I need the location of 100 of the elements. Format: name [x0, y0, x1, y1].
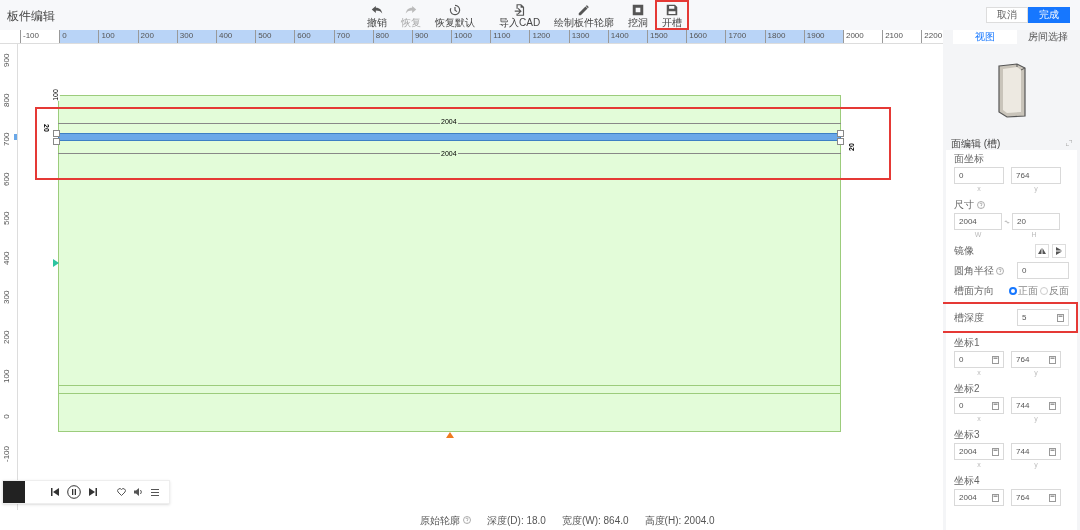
radius-field[interactable]: 0 — [1017, 262, 1069, 279]
flip-icon — [1056, 246, 1062, 255]
ruler-label: 200 — [1, 330, 12, 344]
ruler-label: 800 — [375, 31, 390, 40]
toolbar-button[interactable]: 开槽 — [655, 0, 690, 30]
field-label: 尺寸 — [954, 199, 974, 211]
ruler-label: 100 — [1, 370, 12, 383]
album-art — [3, 481, 25, 503]
toolbar-button[interactable]: 挖洞 — [621, 0, 656, 30]
ruler-label: 500 — [258, 31, 272, 40]
ruler-label: 400 — [218, 31, 233, 40]
ruler-label: 700 — [336, 31, 350, 40]
triangle-marker-icon — [53, 259, 59, 267]
toolbar-button[interactable]: 导入CAD — [492, 0, 548, 30]
ruler-label: 600 — [1, 172, 12, 186]
calculator-icon — [1049, 493, 1056, 502]
import-icon — [512, 2, 527, 17]
toolbar-button[interactable]: 撤销 — [360, 0, 394, 30]
help-icon[interactable] — [996, 266, 1004, 275]
x-field[interactable]: 0 — [954, 167, 1004, 184]
width-field[interactable]: 2004 — [954, 213, 1002, 230]
field-label: 坐标4 — [954, 475, 981, 487]
ruler-label: 0 — [62, 31, 67, 40]
square-hole-icon — [631, 2, 646, 17]
radio-option[interactable]: 反面 — [1040, 283, 1069, 298]
field-label: 槽面方向 — [954, 284, 994, 298]
previous-icon[interactable] — [51, 488, 59, 496]
calculator-icon — [992, 447, 999, 456]
field-label: 坐标1 — [954, 337, 981, 349]
toolbar-button[interactable]: 恢复默认 — [428, 0, 482, 30]
flip-icon — [1038, 247, 1046, 254]
x-field[interactable]: 0 — [954, 397, 1004, 414]
volume-icon[interactable] — [134, 488, 143, 496]
ruler-label: 1500 — [650, 31, 668, 40]
field-label: 圆角半径 — [954, 264, 994, 278]
calculator-icon — [992, 493, 999, 502]
playlist-icon[interactable] — [151, 488, 159, 496]
view-tab[interactable]: 房间选择 — [1016, 30, 1080, 44]
ruler-label: 1200 — [532, 31, 551, 40]
status-text: 深度(D): 18.0 — [487, 513, 546, 528]
calculator-icon — [1057, 313, 1064, 322]
clock-icon — [448, 2, 462, 17]
height-field[interactable]: 20 — [1012, 213, 1060, 230]
done-button[interactable]: 完成 — [1028, 7, 1070, 23]
help-icon[interactable] — [977, 201, 985, 209]
ruler-label: 1600 — [689, 31, 707, 40]
toolbar-button[interactable]: 绘制板件轮廓 — [547, 0, 622, 30]
depth-field[interactable]: 5 — [1017, 309, 1069, 326]
ruler-label: 2000 — [845, 31, 864, 40]
help-icon[interactable] — [463, 516, 471, 524]
view-tab[interactable]: 视图 — [953, 30, 1017, 44]
page-title: 板件编辑 — [7, 8, 55, 25]
calculator-icon — [1049, 447, 1056, 456]
ruler-label: 100 — [101, 31, 115, 40]
ruler-label: 1100 — [493, 31, 511, 40]
x-field[interactable]: 0 — [954, 351, 1004, 368]
pause-button[interactable] — [67, 485, 81, 499]
calculator-icon — [1049, 401, 1056, 410]
ruler-label: 1900 — [806, 31, 825, 40]
ruler-marker — [14, 134, 17, 140]
ruler-label: 400 — [1, 251, 12, 265]
x-field[interactable]: 2004 — [954, 489, 1004, 506]
ruler-label: 1800 — [767, 31, 786, 40]
field-label: 坐标2 — [954, 383, 981, 395]
field-label: 槽深度 — [954, 311, 984, 325]
calculator-icon — [992, 401, 999, 410]
ruler-label: 900 — [414, 31, 429, 40]
triangle-marker-icon — [446, 432, 454, 438]
field-label: 镜像 — [954, 244, 974, 258]
ruler-label: 500 — [1, 212, 12, 225]
ruler-label: 1000 — [454, 31, 472, 40]
ruler-label: 1400 — [610, 31, 629, 40]
y-field[interactable]: 764 — [1011, 167, 1061, 184]
cancel-button[interactable]: 取消 — [986, 7, 1028, 23]
field-label: 坐标3 — [954, 429, 981, 441]
calculator-icon — [1049, 355, 1056, 364]
save-icon — [665, 2, 680, 17]
y-field[interactable]: 764 — [1011, 351, 1061, 368]
ruler-label: 0 — [1, 412, 12, 421]
calculator-icon — [992, 355, 999, 364]
status-text: 宽度(W): 864.0 — [561, 513, 629, 528]
heart-icon[interactable] — [117, 488, 126, 496]
ruler-label: 300 — [179, 31, 194, 40]
y-field[interactable]: 744 — [1011, 397, 1061, 414]
panel-title: 面编辑 (槽) — [951, 136, 1001, 151]
ruler-label: 2200 — [924, 31, 943, 40]
next-icon[interactable] — [89, 488, 97, 496]
ruler-label: 900 — [1, 54, 12, 67]
y-field[interactable]: 744 — [1011, 443, 1061, 460]
ruler-label: 1700 — [728, 31, 747, 40]
ruler-label: 800 — [1, 93, 12, 107]
mirror-vertical-button[interactable] — [1052, 243, 1066, 258]
ruler-label: 600 — [297, 31, 311, 40]
radio-option[interactable]: 正面 — [1009, 283, 1038, 298]
y-field[interactable]: 764 — [1011, 489, 1061, 506]
x-field[interactable]: 2004 — [954, 443, 1004, 460]
ruler-label: 200 — [140, 31, 154, 40]
status-text: 高度(H): 2004.0 — [644, 513, 715, 528]
ruler-label: 700 — [1, 133, 12, 146]
mirror-horizontal-button[interactable] — [1035, 243, 1049, 258]
